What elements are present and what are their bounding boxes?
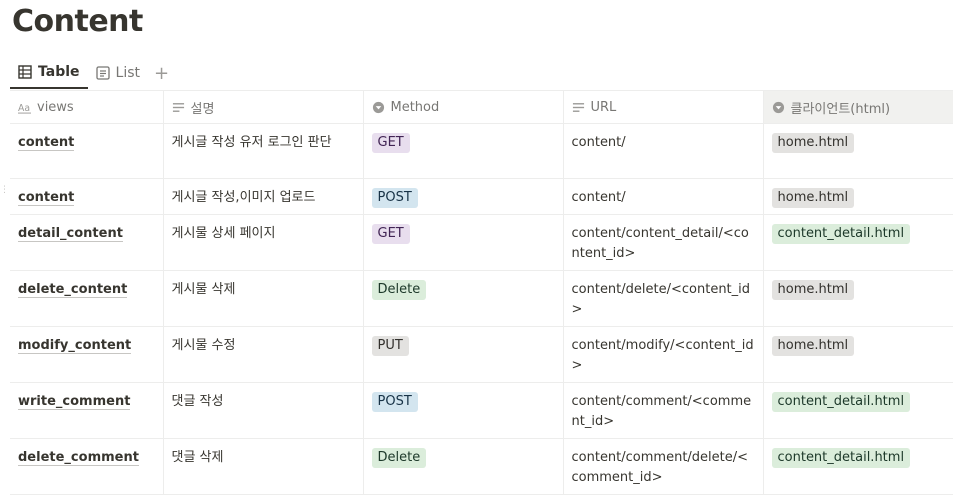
database-table: Aa views 설명 Method URL 클라이언트(html) conte… — [10, 90, 953, 495]
cell-url[interactable]: content/comment/delete/<comment_id> — [563, 438, 764, 495]
list-icon — [95, 66, 110, 80]
add-view-button[interactable]: + — [148, 63, 175, 84]
view-tabs: Table List + — [10, 56, 175, 90]
table-row[interactable]: content 게시글 작성 유저 로그인 판단 GET content/home.h… — [10, 123, 953, 179]
method-tag: GET — [371, 133, 410, 153]
text-aa-icon: Aa — [18, 103, 31, 114]
cell-view-name[interactable]: delete_content — [10, 270, 164, 327]
cell-client[interactable]: home.html — [763, 270, 953, 327]
client-tag: home.html — [771, 280, 855, 300]
cell-method[interactable]: GET — [363, 123, 564, 179]
svg-text:Aa: Aa — [18, 103, 30, 114]
cell-view-name[interactable]: write_comment — [10, 382, 164, 439]
cell-client[interactable]: content_detail.html — [763, 382, 953, 439]
page-title: Content — [12, 4, 143, 39]
cell-view-name[interactable]: modify_content — [10, 326, 164, 383]
column-header-description[interactable]: 설명 — [163, 90, 364, 124]
column-header-method[interactable]: Method — [363, 90, 564, 124]
method-tag: GET — [371, 224, 410, 244]
cell-client[interactable]: home.html — [763, 123, 953, 179]
cell-client[interactable]: home.html — [763, 326, 953, 383]
table-header-row: Aa views 설명 Method URL 클라이언트(html) — [10, 90, 953, 124]
cell-method[interactable]: Delete — [363, 270, 564, 327]
column-header-client[interactable]: 클라이언트(html) — [763, 90, 953, 124]
cell-description[interactable]: 게시물 삭제 — [163, 270, 364, 327]
method-tag: Delete — [371, 448, 427, 468]
client-tag: content_detail.html — [771, 392, 911, 412]
method-tag: PUT — [371, 336, 409, 356]
cell-url[interactable]: content/modify/<content_id> — [563, 326, 764, 383]
cell-url[interactable]: content/content_detail/<content_id> — [563, 214, 764, 271]
text-lines-icon — [572, 102, 584, 112]
cell-url[interactable]: content/delete/<content_id> — [563, 270, 764, 327]
table-row[interactable]: content 게시글 작성,이미지 업로드 POST content/home.ht… — [10, 178, 953, 215]
tab-list-label: List — [115, 65, 140, 81]
method-tag: POST — [371, 392, 418, 412]
table-icon — [18, 65, 32, 79]
select-icon — [372, 101, 384, 113]
cell-view-name[interactable]: detail_content — [10, 214, 164, 271]
tab-list[interactable]: List — [88, 57, 148, 89]
cell-method[interactable]: POST — [363, 178, 564, 215]
cell-description[interactable]: 댓글 삭제 — [163, 438, 364, 495]
client-tag: home.html — [771, 336, 855, 356]
client-tag: home.html — [771, 133, 855, 153]
method-tag: POST — [371, 188, 418, 208]
tab-table-label: Table — [38, 64, 80, 80]
drag-handle-icon[interactable]: ⋮ — [0, 186, 9, 195]
cell-client[interactable]: home.html — [763, 178, 953, 215]
table-row[interactable]: delete_content 게시물 삭제 Delete content/delete… — [10, 270, 953, 327]
cell-url[interactable]: content/ — [563, 123, 764, 179]
client-tag: content_detail.html — [771, 224, 911, 244]
cell-client[interactable]: content_detail.html — [763, 438, 953, 495]
cell-description[interactable]: 댓글 작성 — [163, 382, 364, 439]
cell-description[interactable]: 게시물 수정 — [163, 326, 364, 383]
client-tag: home.html — [771, 188, 855, 208]
cell-client[interactable]: content_detail.html — [763, 214, 953, 271]
column-header-url[interactable]: URL — [563, 90, 764, 124]
select-icon — [772, 101, 784, 113]
cell-method[interactable]: Delete — [363, 438, 564, 495]
table-body: content 게시글 작성 유저 로그인 판단 GET content/home.h… — [10, 123, 953, 495]
client-tag: content_detail.html — [771, 448, 911, 468]
table-row[interactable]: write_comment 댓글 작성 POST content/comment/<c… — [10, 382, 953, 439]
tab-table[interactable]: Table — [10, 57, 88, 89]
cell-method[interactable]: POST — [363, 382, 564, 439]
cell-description[interactable]: 게시글 작성,이미지 업로드 — [163, 178, 364, 215]
cell-view-name[interactable]: content — [10, 178, 164, 215]
cell-method[interactable]: PUT — [363, 326, 564, 383]
table-row[interactable]: detail_content 게시물 상세 페이지 GET content/conte… — [10, 214, 953, 271]
cell-method[interactable]: GET — [363, 214, 564, 271]
cell-view-name[interactable]: content — [10, 123, 164, 179]
cell-view-name[interactable]: delete_comment — [10, 438, 164, 495]
cell-url[interactable]: content/comment/<comment_id> — [563, 382, 764, 439]
column-header-views[interactable]: Aa views — [10, 90, 164, 124]
cell-description[interactable]: 게시물 상세 페이지 — [163, 214, 364, 271]
cell-description[interactable]: 게시글 작성 유저 로그인 판단 — [163, 123, 364, 179]
text-lines-icon — [172, 102, 184, 112]
table-row[interactable]: delete_comment 댓글 삭제 Delete content/comment… — [10, 438, 953, 495]
method-tag: Delete — [371, 280, 427, 300]
cell-url[interactable]: content/ — [563, 178, 764, 215]
table-row[interactable]: modify_content 게시물 수정 PUT content/modify/<c… — [10, 326, 953, 383]
